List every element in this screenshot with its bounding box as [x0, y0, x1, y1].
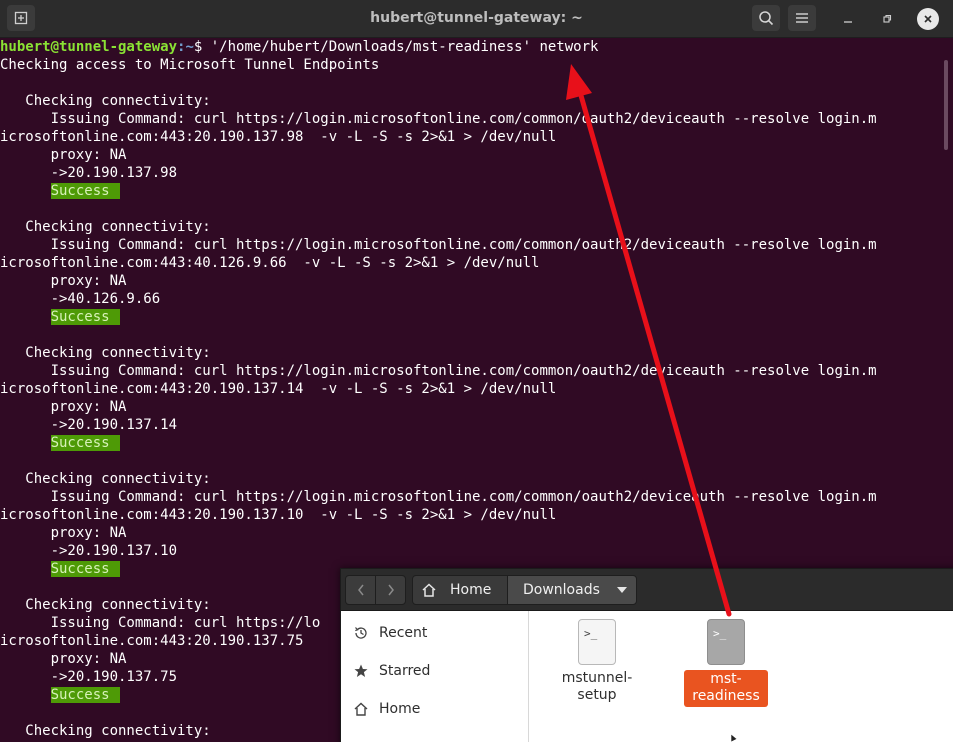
check-proxy: proxy: NA — [0, 273, 127, 289]
chevron-left-icon — [357, 584, 364, 596]
minimize-icon — [844, 21, 852, 23]
check-command: Issuing Command: curl https://login.micr… — [0, 363, 877, 379]
check-command-wrap: icrosoftonline.com:443:20.190.137.10 -v … — [0, 507, 557, 523]
prompt-path: :~ — [177, 39, 194, 55]
chevron-down-icon[interactable] — [616, 586, 628, 594]
check-heading: Checking connectivity: — [0, 345, 211, 361]
maximize-button[interactable] — [876, 8, 898, 30]
file-manager-sidebar: Recent Starred Home — [341, 611, 529, 742]
terminal-glyph: >_ — [713, 627, 727, 640]
check-heading: Checking connectivity: — [0, 219, 211, 235]
file-view[interactable]: >_ mstunnel- setup >_ mst- readiness — [529, 611, 953, 742]
success-badge: Success — [50, 309, 120, 325]
prompt-line: hubert@tunnel-gateway:~$ '/home/hubert/D… — [0, 38, 953, 56]
check-ip: ->20.190.137.10 — [0, 543, 178, 559]
path-home-label: Home — [450, 582, 492, 598]
terminal-script-icon: >_ — [707, 619, 745, 665]
sidebar-item-recent[interactable]: Recent — [353, 623, 427, 643]
success-badge: Success — [50, 687, 120, 703]
sidebar-item-label: Home — [379, 701, 421, 717]
close-button[interactable] — [917, 8, 939, 30]
check-ip: ->40.126.9.66 — [0, 291, 161, 307]
back-button[interactable] — [345, 575, 376, 605]
check-result-line: Success — [0, 308, 953, 326]
file-name: mstunnel- setup — [556, 670, 639, 704]
terminal-glyph: >_ — [584, 627, 598, 640]
command-text: '/home/hubert/Downloads/mst-readiness' n… — [210, 39, 599, 55]
connectivity-check: Checking connectivity: Issuing Command: … — [0, 92, 953, 218]
check-command: Issuing Command: curl https://login.micr… — [0, 489, 877, 505]
success-badge: Success — [50, 183, 120, 199]
terminal-titlebar[interactable]: hubert@tunnel-gateway: ~ — [0, 0, 953, 38]
chevron-right-icon — [387, 584, 394, 596]
check-command: Issuing Command: curl https://login.micr… — [0, 111, 877, 127]
mouse-pointer-icon — [730, 734, 738, 742]
file-name-line: setup — [577, 687, 617, 703]
path-bar-home[interactable]: Home — [412, 575, 508, 605]
prompt-symbol: $ — [193, 39, 211, 55]
sidebar-item-home[interactable]: Home — [353, 699, 420, 719]
check-ip: ->20.190.137.98 — [0, 165, 178, 181]
check-command-wrap: icrosoftonline.com:443:20.190.137.98 -v … — [0, 129, 557, 145]
output-header: Checking access to Microsoft Tunnel Endp… — [0, 57, 380, 73]
path-downloads-label: Downloads — [523, 582, 600, 598]
check-heading: Checking connectivity: — [0, 471, 211, 487]
check-proxy: proxy: NA — [0, 147, 127, 163]
forward-button[interactable] — [375, 575, 406, 605]
restore-icon — [883, 14, 892, 23]
check-ip: ->20.190.137.14 — [0, 417, 178, 433]
connectivity-check: Checking connectivity: Issuing Command: … — [0, 344, 953, 470]
minimize-button[interactable] — [837, 8, 859, 30]
prompt-user: hubert@tunnel-gateway — [0, 39, 178, 55]
search-button[interactable] — [752, 5, 780, 31]
search-icon — [759, 11, 774, 26]
file-name-line: mst- — [710, 671, 742, 687]
star-icon — [353, 663, 369, 679]
home-icon — [422, 583, 436, 597]
new-tab-button[interactable] — [7, 5, 35, 31]
check-proxy: proxy: NA — [0, 399, 127, 415]
check-result-line: Success — [0, 182, 953, 200]
file-manager-window: Home Downloads Recent Starred Home >_ ms… — [340, 568, 953, 742]
connectivity-check: Checking connectivity: Issuing Command: … — [0, 218, 953, 344]
hamburger-menu-button[interactable] — [788, 5, 816, 31]
check-command-wrap: icrosoftonline.com:443:40.126.9.66 -v -L… — [0, 255, 540, 271]
check-result-line: Success — [0, 434, 953, 452]
clock-icon — [353, 625, 369, 641]
file-manager-headerbar[interactable]: Home Downloads — [341, 569, 953, 611]
path-bar-downloads[interactable]: Downloads — [507, 575, 637, 605]
sidebar-item-starred[interactable]: Starred — [353, 661, 430, 681]
new-tab-icon — [14, 11, 28, 25]
file-name: mst- readiness — [684, 670, 768, 707]
file-item-mst-readiness[interactable]: >_ mst- readiness — [682, 619, 770, 707]
check-command-wrap: icrosoftonline.com:443:20.190.137.14 -v … — [0, 381, 557, 397]
file-name-line: mstunnel- — [561, 670, 633, 686]
file-name-line: readiness — [692, 688, 760, 704]
desktop: hubert@tunnel-gateway: ~ hubert@tunnel-g… — [0, 0, 953, 742]
check-proxy: proxy: NA — [0, 525, 127, 541]
success-badge: Success — [50, 435, 120, 451]
close-icon — [924, 15, 932, 23]
hamburger-menu-icon — [796, 13, 808, 23]
terminal-scrollbar[interactable] — [944, 60, 948, 150]
sidebar-item-label: Recent — [379, 625, 428, 641]
check-heading: Checking connectivity: — [0, 93, 211, 109]
sidebar-item-label: Starred — [379, 663, 431, 679]
success-badge: Success — [50, 561, 120, 577]
terminal-script-icon: >_ — [578, 619, 616, 665]
check-command: Issuing Command: curl https://login.micr… — [0, 237, 877, 253]
file-item-mstunnel-setup[interactable]: >_ mstunnel- setup — [553, 619, 641, 704]
home-icon — [353, 701, 369, 717]
